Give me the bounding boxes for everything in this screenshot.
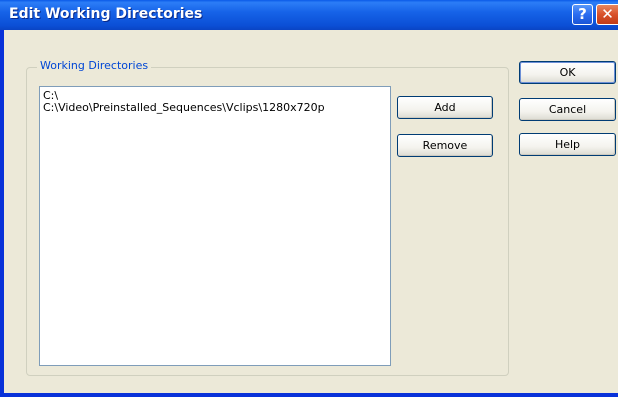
list-item[interactable]: C:\Video\Preinstalled_Sequences\Vclips\1… [43,102,387,114]
help-question-icon[interactable]: ? [572,4,593,25]
help-button[interactable]: Help [519,133,616,156]
add-button[interactable]: Add [397,96,493,119]
remove-button[interactable]: Remove [397,134,493,157]
working-directories-group-label: Working Directories [37,59,152,72]
edit-working-directories-dialog: Edit Working Directories ? ✕ Working Dir… [0,0,618,397]
working-directories-list[interactable]: C:\ C:\Video\Preinstalled_Sequences\Vcli… [39,86,391,366]
title-bar[interactable]: Edit Working Directories ? ✕ [0,0,618,30]
ok-button[interactable]: OK [519,61,616,84]
window-title: Edit Working Directories [9,6,203,22]
cancel-button[interactable]: Cancel [519,98,616,121]
close-icon[interactable]: ✕ [596,4,618,25]
